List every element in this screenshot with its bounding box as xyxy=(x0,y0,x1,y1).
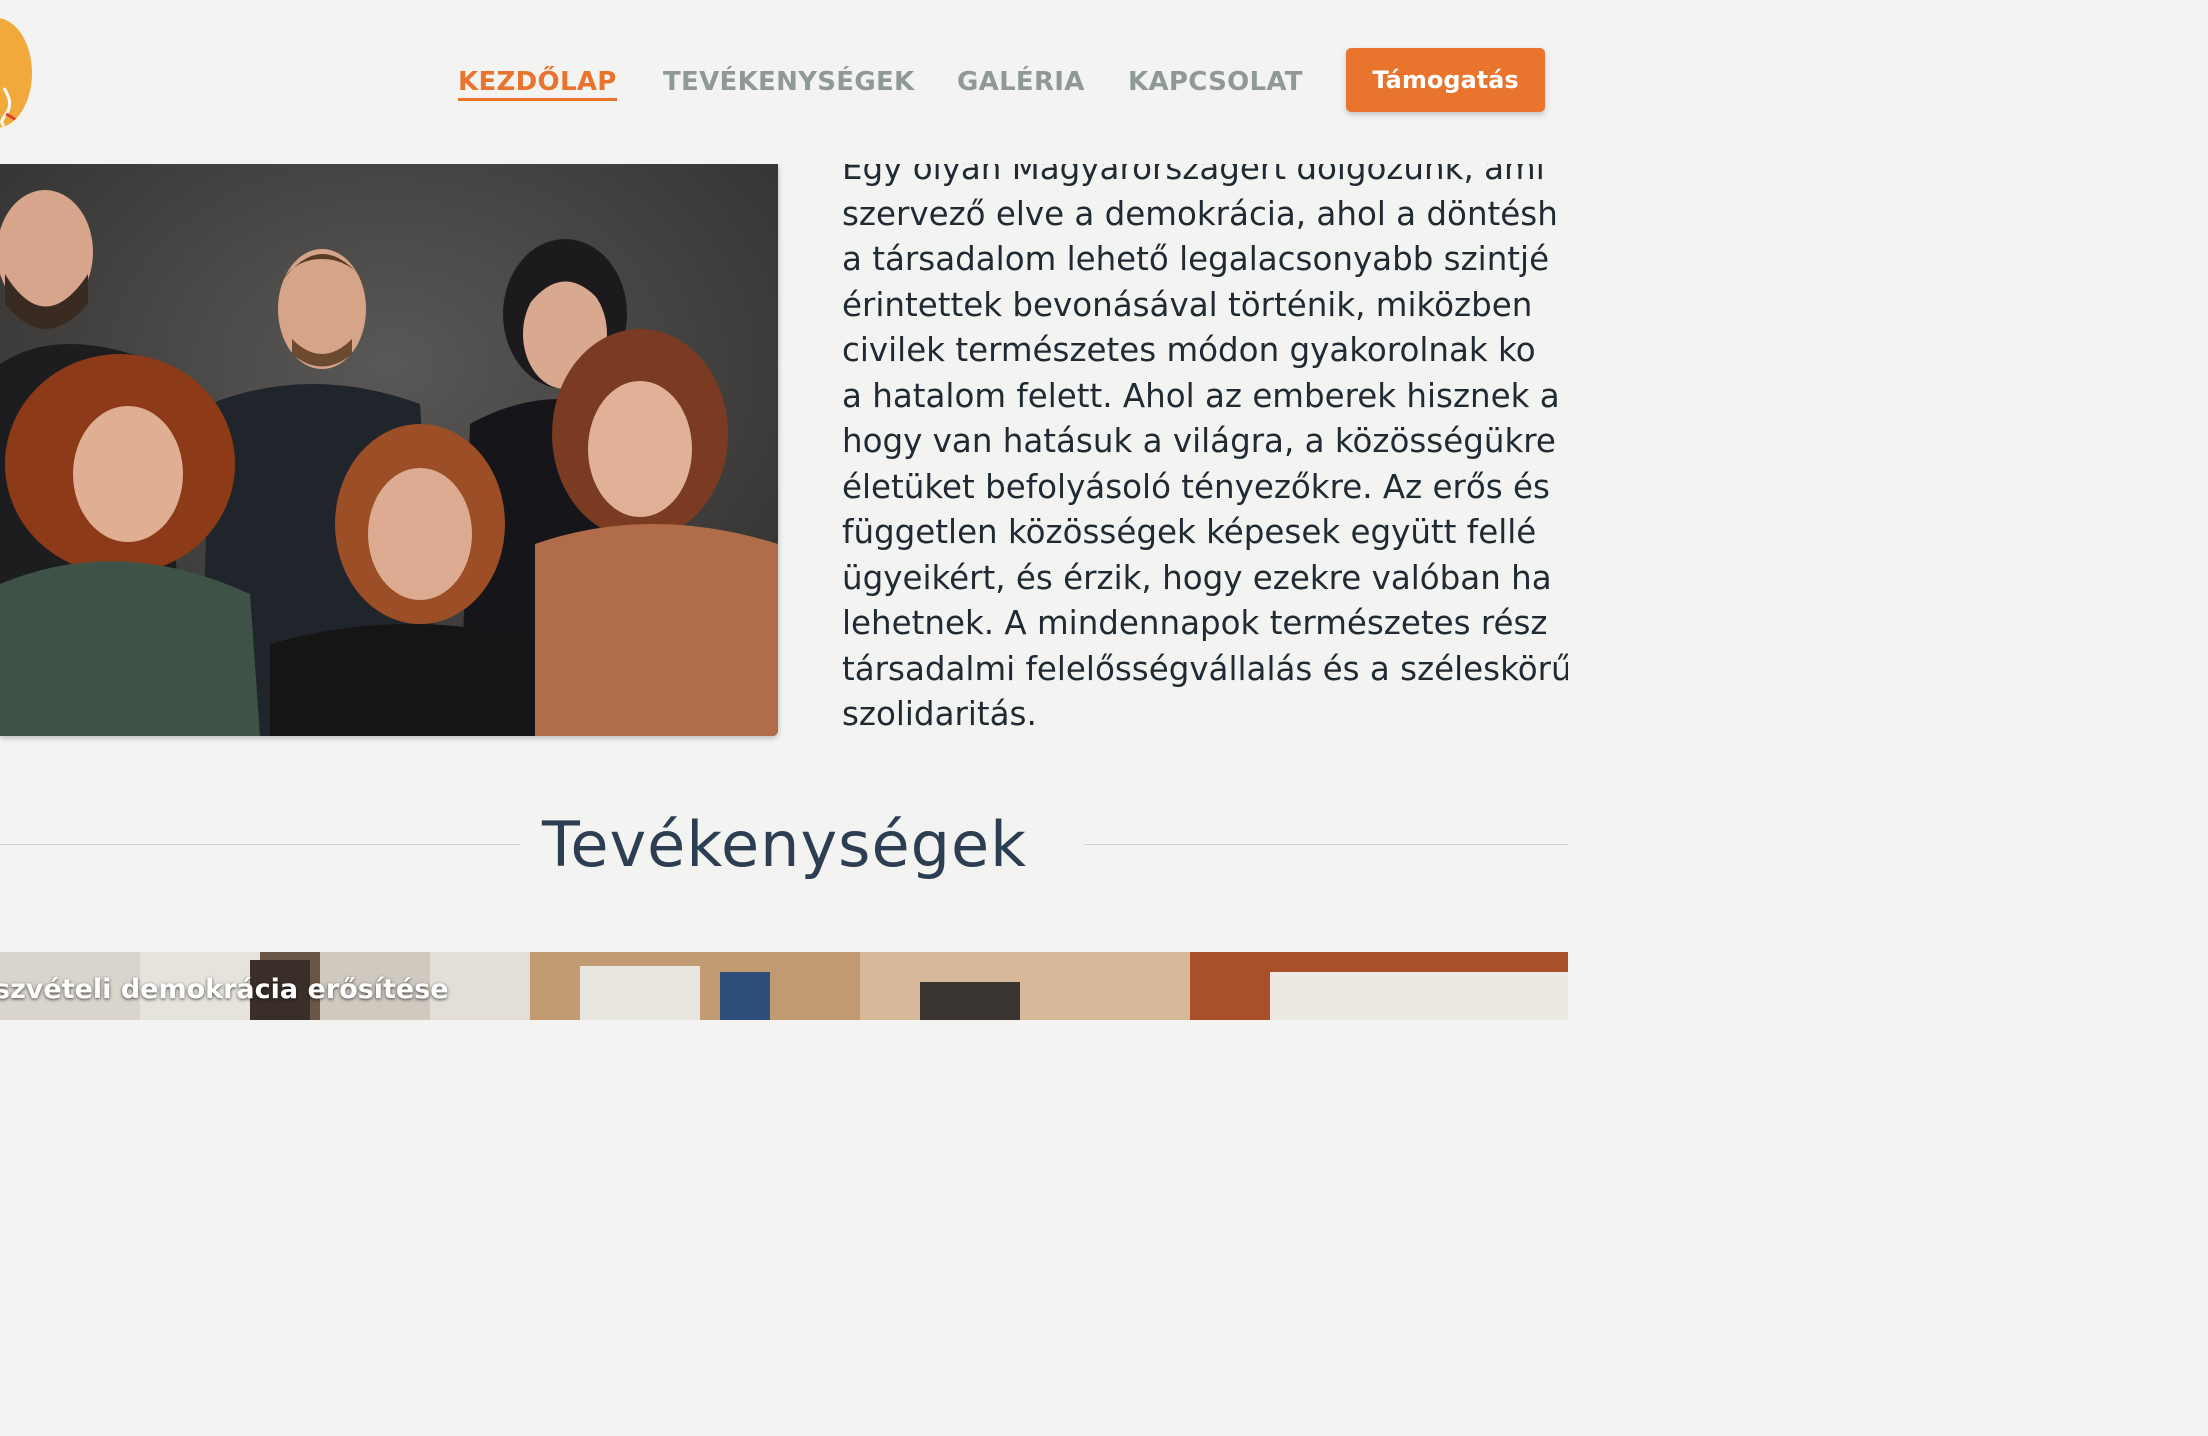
page: KEZDŐLAP TEVÉKENYSÉGEK GALÉRIA KAPCSOLAT… xyxy=(0,0,1568,1020)
team-photo-image xyxy=(0,164,778,736)
mission-line: lehetnek. A mindennapok természetes rész xyxy=(842,604,1548,642)
activity-card-title: szvételi demokrácia erősítése xyxy=(0,974,449,1005)
nav-item-contact[interactable]: KAPCSOLAT xyxy=(1128,60,1303,104)
site-header: KEZDŐLAP TEVÉKENYSÉGEK GALÉRIA KAPCSOLAT… xyxy=(0,0,1568,164)
mission-line: a társadalom lehető legalacsonyabb szint… xyxy=(842,240,1550,278)
nav-item-gallery[interactable]: GALÉRIA xyxy=(957,60,1085,104)
mission-line: társadalmi felelősségvállalás és a széle… xyxy=(842,649,1568,688)
mission-line: szervező elve a demokrácia, ahol a dönté… xyxy=(842,194,1558,233)
mission-line: szolidaritás. xyxy=(842,695,1037,733)
activities-heading: Tevékenységek xyxy=(542,808,1027,881)
mission-line: ügyeikért, és érzik, hogy ezekre valóban… xyxy=(842,558,1552,597)
mission-line: életüket befolyásoló tényezőkre. Az erős… xyxy=(842,467,1550,506)
activities-heading-row: Tevékenységek xyxy=(0,800,1568,890)
mission-line: civilek természetes módon gyakorolnak ko xyxy=(842,331,1536,369)
heading-rule-left xyxy=(0,844,520,845)
nav-item-activities[interactable]: TEVÉKENYSÉGEK xyxy=(663,60,915,104)
mission-line: hogy van hatásuk a világra, a közösségük… xyxy=(842,422,1556,460)
team-photo xyxy=(0,164,778,736)
mission-line: független közösségek képesek együtt fell… xyxy=(842,513,1537,551)
activity-card[interactable]: szvételi demokrácia erősítése xyxy=(0,952,1568,1020)
main-navigation: KEZDŐLAP TEVÉKENYSÉGEK GALÉRIA KAPCSOLAT xyxy=(0,0,1568,164)
mission-line: a hatalom felett. Ahol az emberek hiszne… xyxy=(842,376,1560,415)
support-button[interactable]: Támogatás xyxy=(1346,48,1545,112)
mission-statement: Egy olyan Magyarországért dolgozunk, ami… xyxy=(842,146,1568,738)
nav-item-home[interactable]: KEZDŐLAP xyxy=(458,60,617,104)
heading-rule-right xyxy=(1084,844,1568,845)
mission-line: érintettek bevonásával történik, miközbe… xyxy=(842,285,1533,324)
